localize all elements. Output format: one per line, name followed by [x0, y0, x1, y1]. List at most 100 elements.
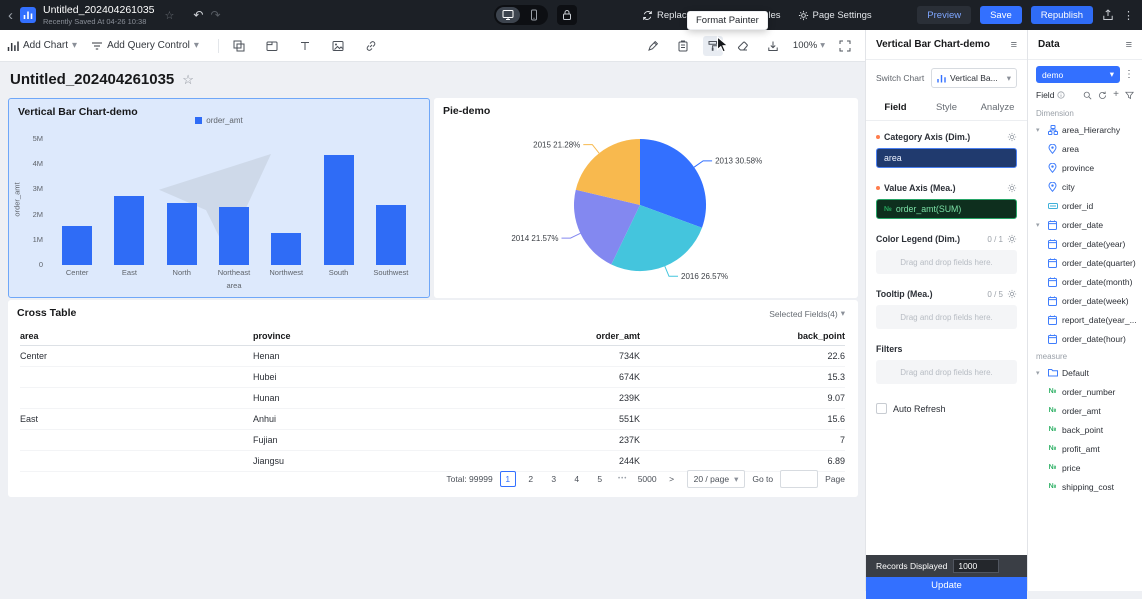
- bar[interactable]: [218, 207, 249, 265]
- settings-gear-icon[interactable]: [1007, 132, 1017, 142]
- ai-assistant-icon[interactable]: [643, 36, 663, 56]
- page-button-last[interactable]: 5000: [638, 471, 657, 487]
- field-item[interactable]: № shipping_cost: [1028, 477, 1142, 496]
- bar[interactable]: [62, 226, 93, 265]
- pie-chart-widget[interactable]: Pie-demo 2013 30.58% 2016 26.57% 2014 21.5…: [434, 98, 858, 298]
- undo-icon[interactable]: ↶: [193, 8, 203, 22]
- field-item[interactable]: area: [1028, 139, 1142, 158]
- fit-screen-icon[interactable]: [835, 36, 855, 56]
- dataset-select[interactable]: demo ▾: [1036, 66, 1120, 83]
- combine-widgets-icon[interactable]: [229, 36, 249, 56]
- page-size-select[interactable]: 20 / page ▾: [686, 470, 746, 488]
- preview-button[interactable]: Preview: [917, 6, 972, 24]
- tab-field[interactable]: Field: [870, 95, 921, 120]
- redo-icon[interactable]: ↷: [210, 8, 220, 22]
- field-item[interactable]: № order_amt: [1028, 401, 1142, 420]
- field-item[interactable]: order_date(year): [1028, 234, 1142, 253]
- settings-gear-icon[interactable]: [1007, 234, 1017, 244]
- favorite-star-icon[interactable]: ☆: [165, 9, 175, 22]
- field-chip[interactable]: № order_amt(SUM): [876, 199, 1017, 219]
- bar[interactable]: [323, 155, 354, 265]
- add-field-icon[interactable]: +: [1113, 90, 1119, 100]
- add-query-control-label: Add Query Control: [107, 40, 190, 51]
- field-item[interactable]: order_date(month): [1028, 272, 1142, 291]
- field-item[interactable]: ▾ Default: [1028, 363, 1142, 382]
- bar-chart-widget[interactable]: Vertical Bar Chart-demo order_amt order_…: [8, 98, 430, 298]
- field-item[interactable]: order_date(quarter): [1028, 253, 1142, 272]
- page-button[interactable]: 5: [592, 471, 608, 487]
- back-icon[interactable]: ‹: [8, 8, 13, 23]
- tab-container-icon[interactable]: [262, 36, 282, 56]
- text-widget-icon[interactable]: [295, 36, 315, 56]
- republish-button[interactable]: Republish: [1030, 6, 1093, 24]
- save-button[interactable]: Save: [980, 6, 1022, 24]
- filter-icon[interactable]: [1125, 91, 1134, 100]
- link-widget-icon[interactable]: [361, 36, 381, 56]
- field-item[interactable]: order_date(hour): [1028, 329, 1142, 348]
- settings-gear-icon[interactable]: [1007, 183, 1017, 193]
- export-icon[interactable]: [763, 36, 783, 56]
- auto-refresh-checkbox[interactable]: [876, 403, 887, 414]
- chart-type-select[interactable]: Vertical Ba... ▾: [931, 68, 1017, 88]
- bar[interactable]: [114, 196, 145, 265]
- field-item[interactable]: № profit_amt: [1028, 439, 1142, 458]
- field-item[interactable]: province: [1028, 158, 1142, 177]
- settings-gear-icon[interactable]: [1007, 289, 1017, 299]
- bar[interactable]: [375, 205, 406, 265]
- mobile-view-button[interactable]: [522, 7, 546, 23]
- page-button[interactable]: 2: [523, 471, 539, 487]
- expander-caret-icon[interactable]: ▾: [1036, 369, 1043, 377]
- field-dropzone[interactable]: Drag and drop fields here.: [876, 360, 1017, 384]
- clipboard-icon[interactable]: [673, 36, 693, 56]
- add-query-control-button[interactable]: Add Query Control ▾: [84, 40, 206, 52]
- selected-fields-dropdown[interactable]: Selected Fields(4) ▾: [769, 308, 845, 319]
- records-displayed-input[interactable]: [953, 559, 1000, 573]
- field-dropzone[interactable]: Drag and drop fields here.: [876, 250, 1017, 274]
- page-settings-menu[interactable]: Page Settings: [798, 10, 872, 21]
- field-item[interactable]: order_id: [1028, 196, 1142, 215]
- expander-caret-icon[interactable]: ▾: [1036, 126, 1043, 134]
- bar[interactable]: [271, 233, 302, 265]
- tab-style[interactable]: Style: [921, 95, 972, 120]
- field-item[interactable]: city: [1028, 177, 1142, 196]
- field-item[interactable]: № order_number: [1028, 382, 1142, 401]
- page-star-icon[interactable]: ☆: [182, 72, 194, 88]
- zoom-control[interactable]: 100% ▾: [793, 40, 825, 51]
- tab-analyze[interactable]: Analyze: [972, 95, 1023, 120]
- add-chart-button[interactable]: Add Chart ▾: [0, 40, 84, 52]
- page-button[interactable]: 4: [569, 471, 585, 487]
- table-cell: 244K: [618, 456, 640, 466]
- field-item[interactable]: report_date(year_...: [1028, 310, 1142, 329]
- update-button[interactable]: Update: [866, 577, 1027, 599]
- cross-table-widget[interactable]: Cross Table Selected Fields(4) ▾ area pro…: [8, 300, 858, 497]
- field-chip[interactable]: area: [876, 148, 1017, 168]
- share-icon[interactable]: [1102, 9, 1114, 21]
- panel-menu-icon[interactable]: ≡: [1126, 39, 1132, 51]
- dataset-more-icon[interactable]: ⋮: [1124, 69, 1134, 80]
- eraser-icon[interactable]: [733, 36, 753, 56]
- info-icon: [1057, 91, 1066, 99]
- field-item[interactable]: № price: [1028, 458, 1142, 477]
- field-dropzone[interactable]: Drag and drop fields here.: [876, 305, 1017, 329]
- hierarchy-icon: [1047, 124, 1058, 135]
- page-button[interactable]: 3: [546, 471, 562, 487]
- page-button[interactable]: 1: [499, 471, 516, 487]
- desktop-view-button[interactable]: [496, 7, 520, 23]
- field-item[interactable]: № back_point: [1028, 420, 1142, 439]
- page-settings-label: Page Settings: [812, 9, 872, 21]
- more-icon[interactable]: ⋮: [1123, 9, 1134, 22]
- field-item[interactable]: order_date(week): [1028, 291, 1142, 310]
- search-icon[interactable]: [1083, 91, 1092, 100]
- lock-icon[interactable]: [557, 5, 577, 25]
- next-page-icon[interactable]: >: [664, 471, 680, 487]
- bar[interactable]: [166, 203, 197, 265]
- device-toggle[interactable]: [494, 5, 548, 25]
- dashboard-canvas[interactable]: Untitled_202404261035 ☆ Vertical Bar Cha…: [0, 62, 865, 591]
- image-widget-icon[interactable]: [328, 36, 348, 56]
- goto-page-input[interactable]: [780, 470, 819, 488]
- field-item[interactable]: ▾ order_date: [1028, 215, 1142, 234]
- refresh-icon[interactable]: [1098, 91, 1107, 100]
- field-item[interactable]: ▾ area_Hierarchy: [1028, 120, 1142, 139]
- panel-menu-icon[interactable]: ≡: [1011, 39, 1017, 51]
- expander-caret-icon[interactable]: ▾: [1036, 221, 1043, 229]
